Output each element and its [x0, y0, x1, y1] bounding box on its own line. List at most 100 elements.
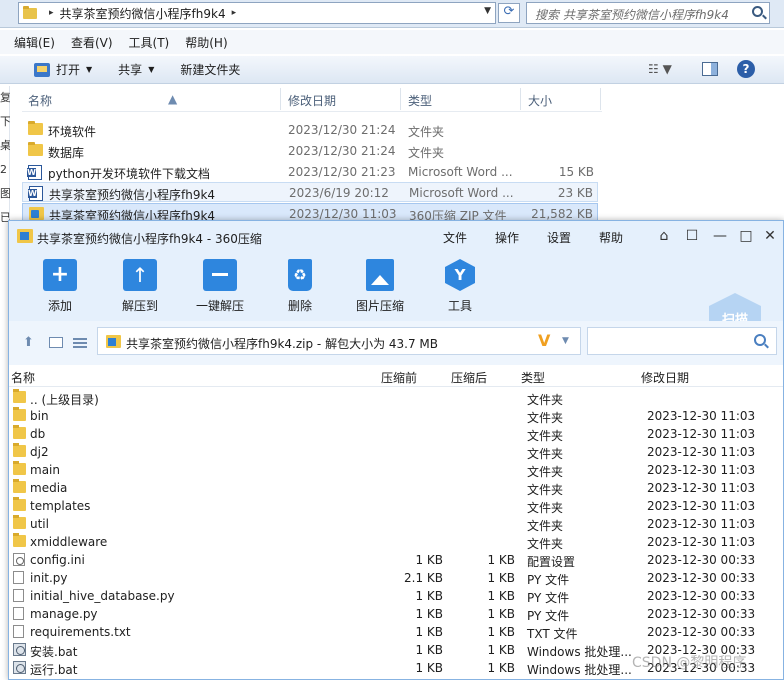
menu-help[interactable]: 帮助(H) — [185, 34, 227, 51]
archive-item-name: requirements.txt — [30, 625, 131, 639]
extract-to-button[interactable]: 解压到 — [105, 259, 175, 314]
file-size: 15 KB — [558, 165, 594, 179]
file-list-header: 名称 ▲ 修改日期 类型 大小 — [22, 86, 602, 112]
column-name[interactable]: 名称 — [28, 92, 52, 109]
archive-item-size-after: 1 KB — [487, 607, 515, 621]
column-modified[interactable]: 修改日期 — [641, 369, 689, 386]
archive-item-type: 文件夹 — [527, 447, 564, 461]
file-name: 共享茶室预约微信小程序fh9k4 — [49, 188, 216, 202]
archive-row[interactable]: requirements.txt 1 KB 1 KB TXT 文件 2023-12-30… — [9, 623, 783, 641]
config-file-icon — [13, 553, 25, 566]
file-row[interactable]: python开发环境软件下载文档 2023/12/30 21:23 Micros… — [22, 162, 598, 182]
one-click-extract-button[interactable]: 一键解压 — [185, 259, 255, 314]
column-name[interactable]: 名称 — [11, 369, 35, 386]
archive-row[interactable]: db 文件夹 2023-12-30 11:03 — [9, 425, 783, 443]
delete-button[interactable]: 删除 — [265, 259, 335, 314]
file-size: 21,582 KB — [531, 207, 593, 221]
archive-row[interactable]: media 文件夹 2023-12-30 11:03 — [9, 479, 783, 497]
verify-icon[interactable]: V — [538, 331, 550, 350]
menu-settings[interactable]: 设置 — [547, 229, 571, 246]
nav-item[interactable]: 图 — [0, 182, 10, 206]
archive-item-size-before: 1 KB — [415, 553, 443, 567]
menu-view[interactable]: 查看(V) — [71, 34, 113, 51]
feedback-icon[interactable]: ☐ — [683, 227, 701, 245]
file-date: 2023/12/30 11:03 — [289, 207, 397, 221]
nav-item[interactable]: 复 — [0, 86, 10, 110]
archive-row[interactable]: manage.py 1 KB 1 KB PY 文件 2023-12-30 00:33 — [9, 605, 783, 623]
zip-archive-icon — [29, 207, 44, 220]
menu-operation[interactable]: 操作 — [495, 229, 519, 246]
archive-item-date: 2023-12-30 11:03 — [647, 535, 756, 549]
up-arrow-icon[interactable]: ⬆ — [23, 335, 34, 350]
chevron-down-icon[interactable]: ▼ — [484, 6, 491, 16]
nav-item[interactable]: 2 — [0, 158, 10, 182]
zip-toolbar: 添加 解压到 一键解压 删除 图片压缩 工具 扫描 — [9, 253, 783, 345]
menu-help[interactable]: 帮助 — [599, 229, 623, 246]
column-size[interactable]: 大小 — [528, 92, 552, 109]
chevron-right-icon[interactable]: ▸ — [49, 8, 54, 18]
archive-row[interactable]: bin 文件夹 2023-12-30 11:03 — [9, 407, 783, 425]
column-after[interactable]: 压缩后 — [451, 369, 487, 386]
archive-search-input[interactable] — [587, 327, 777, 355]
column-type[interactable]: 类型 — [408, 92, 432, 109]
help-icon[interactable]: ? — [737, 60, 755, 78]
file-row[interactable]: 环境软件 2023/12/30 21:24 文件夹 — [22, 120, 598, 140]
archive-row[interactable]: init.py 2.1 KB 1 KB PY 文件 2023-12-30 00:33 — [9, 569, 783, 587]
nav-item[interactable]: 下 — [0, 110, 10, 134]
archive-item-type: 文件夹 — [527, 483, 564, 497]
file-row[interactable]: 共享茶室预约微信小程序fh9k4 2023/6/19 20:12 Microso… — [22, 182, 598, 202]
menu-tools[interactable]: 工具(T) — [129, 34, 170, 51]
archive-item-name: 安装.bat — [30, 645, 78, 659]
share-button[interactable]: 共享 ▼ — [118, 61, 154, 78]
archive-item-size-after: 1 KB — [487, 553, 515, 567]
menu-file[interactable]: 文件 — [443, 229, 467, 246]
thumbnail-view-icon[interactable] — [49, 337, 63, 348]
column-type[interactable]: 类型 — [521, 369, 545, 386]
minimize-button[interactable]: — — [711, 227, 729, 245]
word-document-icon — [27, 165, 42, 180]
column-before[interactable]: 压缩前 — [381, 369, 417, 386]
view-options-icon[interactable]: ☷ ▼ — [648, 62, 672, 76]
archive-item-name: 运行.bat — [30, 663, 78, 677]
one-click-label: 一键解压 — [195, 299, 244, 313]
archive-row[interactable]: xmiddleware 文件夹 2023-12-30 11:03 — [9, 533, 783, 551]
maximize-button[interactable]: □ — [737, 227, 755, 245]
file-type: 文件夹 — [408, 125, 445, 139]
archive-row[interactable]: dj2 文件夹 2023-12-30 11:03 — [9, 443, 783, 461]
add-button[interactable]: 添加 — [25, 259, 95, 314]
image-compress-button[interactable]: 图片压缩 — [345, 259, 415, 314]
chevron-right-icon[interactable]: ▸ — [232, 8, 237, 18]
nav-item[interactable]: 桌 — [0, 134, 10, 158]
search-icon[interactable] — [754, 334, 766, 346]
archive-row[interactable]: util 文件夹 2023-12-30 11:03 — [9, 515, 783, 533]
breadcrumb[interactable]: 共享茶室预约微信小程序fh9k4 — [60, 5, 226, 22]
search-input[interactable]: 搜索 共享茶室预约微信小程序fh9k4 — [526, 2, 770, 24]
archive-item-size-after: 1 KB — [487, 643, 515, 657]
archive-path-bar[interactable]: 共享茶室预约微信小程序fh9k4.zip - 解包大小为 43.7 MB V ▼ — [97, 327, 581, 355]
file-type: Microsoft Word ... — [408, 165, 513, 179]
folder-icon — [13, 479, 26, 493]
archive-row[interactable]: templates 文件夹 2023-12-30 11:03 — [9, 497, 783, 515]
list-view-icon[interactable] — [73, 336, 87, 349]
open-button[interactable]: 打开 ▼ — [34, 61, 92, 78]
preview-pane-icon[interactable] — [702, 62, 718, 76]
archive-row[interactable]: .. (上级目录) 文件夹 — [9, 389, 783, 407]
column-date[interactable]: 修改日期 — [288, 92, 336, 109]
menu-edit[interactable]: 编辑(E) — [14, 34, 55, 51]
archive-row[interactable]: main 文件夹 2023-12-30 11:03 — [9, 461, 783, 479]
file-row[interactable]: 数据库 2023/12/30 21:24 文件夹 — [22, 141, 598, 161]
chevron-down-icon: ▼ — [86, 65, 93, 74]
zip-title-bar[interactable]: 共享茶室预约微信小程序fh9k4 - 360压缩 文件 操作 设置 帮助 ⌂ ☐… — [9, 221, 783, 253]
chevron-down-icon[interactable]: ▼ — [562, 336, 569, 346]
add-label: 添加 — [47, 299, 72, 313]
refresh-button[interactable]: ⟳ — [498, 3, 520, 23]
tools-button[interactable]: 工具 — [425, 259, 495, 314]
archive-row[interactable]: config.ini 1 KB 1 KB 配置设置 2023-12-30 00:33 — [9, 551, 783, 569]
new-folder-button[interactable]: 新建文件夹 — [180, 61, 240, 78]
skin-icon[interactable]: ⌂ — [655, 227, 673, 245]
address-bar[interactable]: ▸ 共享茶室预约微信小程序fh9k4 ▸ ▼ — [18, 2, 496, 24]
close-button[interactable]: ✕ — [761, 227, 779, 245]
archive-row[interactable]: initial_hive_database.py 1 KB 1 KB PY 文件 202… — [9, 587, 783, 605]
search-icon[interactable] — [752, 6, 763, 17]
file-type: 文件夹 — [408, 146, 445, 160]
